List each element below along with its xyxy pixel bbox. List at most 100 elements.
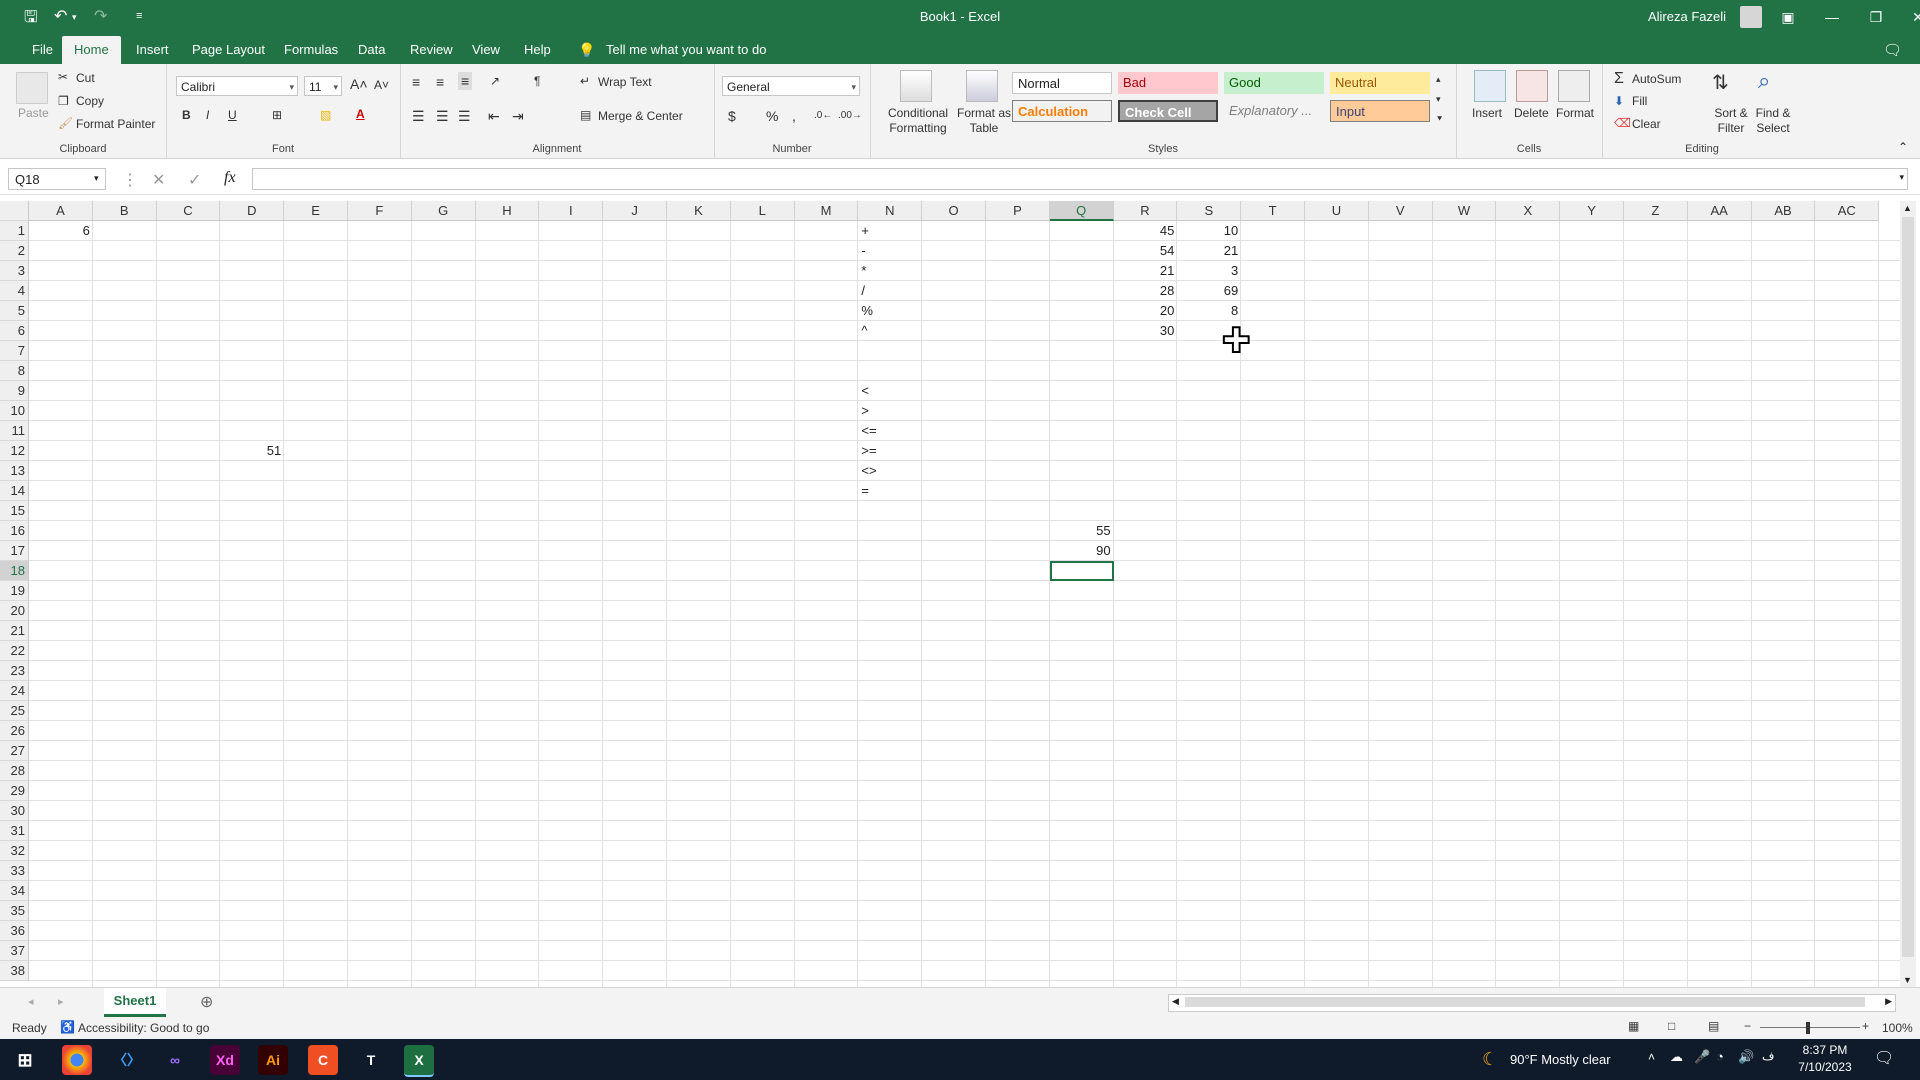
paste-icon[interactable] <box>16 72 48 104</box>
cell-r6[interactable]: 30 <box>1114 321 1178 341</box>
row-header-22[interactable]: 22 <box>0 641 29 661</box>
vscode-icon[interactable]: 〈〉 <box>112 1045 142 1075</box>
format-painter-icon[interactable]: 🖌 <box>58 116 73 130</box>
row-header-8[interactable]: 8 <box>0 361 29 381</box>
cell-r4[interactable]: 28 <box>1114 281 1178 301</box>
column-header-c[interactable]: C <box>156 201 221 221</box>
cut-icon[interactable]: ✂ <box>58 70 68 84</box>
close-button[interactable]: ✕ <box>1898 3 1920 31</box>
cell-n13[interactable]: <> <box>861 461 925 481</box>
row-header-10[interactable]: 10 <box>0 401 29 421</box>
row-header-15[interactable]: 15 <box>0 501 29 521</box>
column-header-z[interactable]: Z <box>1624 201 1688 221</box>
increase-decimal-icon[interactable]: .0← <box>814 110 832 121</box>
number-format-select[interactable]: General ▾ <box>722 76 860 96</box>
scroll-right-icon[interactable]: ▶ <box>1885 996 1892 1007</box>
horizontal-scroll-thumb[interactable] <box>1185 997 1865 1007</box>
column-header-n[interactable]: N <box>858 201 923 221</box>
cell-q17[interactable]: 90 <box>1050 541 1114 561</box>
fill-button[interactable]: Fill <box>1632 94 1647 108</box>
tell-me-search[interactable]: Tell me what you want to do <box>594 36 778 64</box>
currency-icon[interactable]: $ <box>728 108 736 124</box>
cell-a1[interactable]: 6 <box>29 221 93 241</box>
cell-q16[interactable]: 55 <box>1050 521 1114 541</box>
row-header-12[interactable]: 12 <box>0 441 29 461</box>
copy-button[interactable]: Copy <box>76 94 104 108</box>
column-header-y[interactable]: Y <box>1560 201 1624 221</box>
cell-r1[interactable]: 45 <box>1114 221 1178 241</box>
copy-icon[interactable]: ❐ <box>58 94 69 108</box>
row-header-37[interactable]: 37 <box>0 941 29 961</box>
sheet-tab-sheet1[interactable]: Sheet1 <box>104 988 166 1017</box>
spreadsheet-grid[interactable]: A B C D E F G H I J K L M N O P Q R S T U V W X Y Z AA AB AC 1234567… <box>0 201 1900 987</box>
row-header-14[interactable]: 14 <box>0 481 29 501</box>
conditional-formatting-button[interactable]: Conditional Formatting <box>880 106 956 136</box>
cell-n10[interactable]: > <box>861 401 925 421</box>
tab-formulas[interactable]: Formulas <box>272 36 350 64</box>
fill-color-icon[interactable]: ▧ <box>320 108 331 122</box>
name-box-dropdown-icon[interactable]: ▾ <box>94 173 99 184</box>
active-cell-q18[interactable] <box>1049 561 1114 581</box>
cell-s2[interactable]: 21 <box>1177 241 1241 261</box>
microphone-icon[interactable]: 🎤 <box>1694 1049 1710 1065</box>
insert-function-icon[interactable]: fx <box>224 169 236 187</box>
normal-view-icon[interactable]: ▦ <box>1628 1019 1639 1033</box>
column-header-i[interactable]: I <box>539 201 604 221</box>
decrease-decimal-icon[interactable]: .00→ <box>838 110 862 121</box>
onedrive-icon[interactable]: ☁ <box>1670 1049 1683 1065</box>
fill-icon[interactable]: ⬇ <box>1614 94 1624 108</box>
column-header-d[interactable]: D <box>220 201 285 221</box>
accessibility-status[interactable]: Accessibility: Good to go <box>78 1021 209 1035</box>
row-header-19[interactable]: 19 <box>0 581 29 601</box>
tab-review[interactable]: Review <box>398 36 465 64</box>
cancel-icon[interactable]: ✕ <box>152 170 165 190</box>
vertical-scrollbar[interactable]: ▲ ▼ <box>1900 201 1916 987</box>
ribbon-display-icon[interactable]: ▣ <box>1768 3 1808 31</box>
cell-s3[interactable]: 3 <box>1177 261 1241 281</box>
font-name-select[interactable]: Calibri ▾ <box>176 76 298 96</box>
cell-n6[interactable]: ^ <box>861 321 925 341</box>
bold-icon[interactable]: B <box>182 108 191 122</box>
orientation-icon[interactable]: ↗ <box>490 74 500 88</box>
text-direction-icon[interactable]: ¶ <box>534 74 540 88</box>
row-header-35[interactable]: 35 <box>0 901 29 921</box>
user-name[interactable]: Alireza Fazeli <box>1648 9 1726 24</box>
format-as-table-icon[interactable] <box>966 70 998 102</box>
column-header-r[interactable]: R <box>1113 201 1178 221</box>
collapse-ribbon-icon[interactable]: ⌃ <box>1898 140 1908 154</box>
style-calculation[interactable]: Calculation <box>1012 100 1112 122</box>
sort-filter-icon[interactable]: ⇅ <box>1712 70 1729 95</box>
align-center-icon[interactable]: ☰ <box>436 108 449 125</box>
increase-font-icon[interactable]: A˄ <box>350 76 368 92</box>
styles-scroll-down-icon[interactable]: ▾ <box>1436 94 1441 105</box>
cell-n1[interactable]: + <box>861 221 925 241</box>
insert-cells-button[interactable]: Insert <box>1472 106 1502 120</box>
increase-indent-icon[interactable]: ⇥ <box>512 108 524 125</box>
zoom-level[interactable]: 100% <box>1882 1021 1913 1035</box>
cell-n5[interactable]: % <box>861 301 925 321</box>
font-color-icon[interactable]: A <box>356 107 365 121</box>
find-select-button[interactable]: Find & Select <box>1748 106 1798 136</box>
language-icon[interactable]: ف <box>1762 1049 1774 1063</box>
row-header-34[interactable]: 34 <box>0 881 29 901</box>
enter-icon[interactable]: ✓ <box>188 170 201 190</box>
row-header-18[interactable]: 18 <box>0 561 29 581</box>
cell-s4[interactable]: 69 <box>1177 281 1241 301</box>
styles-scroll-up-icon[interactable]: ▴ <box>1436 74 1441 85</box>
delete-cells-button[interactable]: Delete <box>1514 106 1549 120</box>
cell-n9[interactable]: < <box>861 381 925 401</box>
font-size-select[interactable]: 11 ▾ <box>304 76 342 96</box>
cell-r2[interactable]: 54 <box>1114 241 1178 261</box>
row-header-1[interactable]: 1 <box>0 221 29 241</box>
column-header-e[interactable]: E <box>284 201 348 221</box>
row-header-5[interactable]: 5 <box>0 301 29 321</box>
excel-taskbar-icon[interactable]: X <box>404 1045 434 1077</box>
styles-more-icon[interactable]: ⯆ <box>1436 114 1443 125</box>
row-header-16[interactable]: 16 <box>0 521 29 541</box>
prev-sheet-icon[interactable]: ◂ <box>28 995 34 1008</box>
tab-help[interactable]: Help <box>512 36 563 64</box>
scroll-left-icon[interactable]: ◀ <box>1172 996 1179 1007</box>
row-header-20[interactable]: 20 <box>0 601 29 621</box>
expand-formula-icon[interactable]: ▾ <box>1899 172 1904 183</box>
formula-input[interactable] <box>252 168 1908 190</box>
